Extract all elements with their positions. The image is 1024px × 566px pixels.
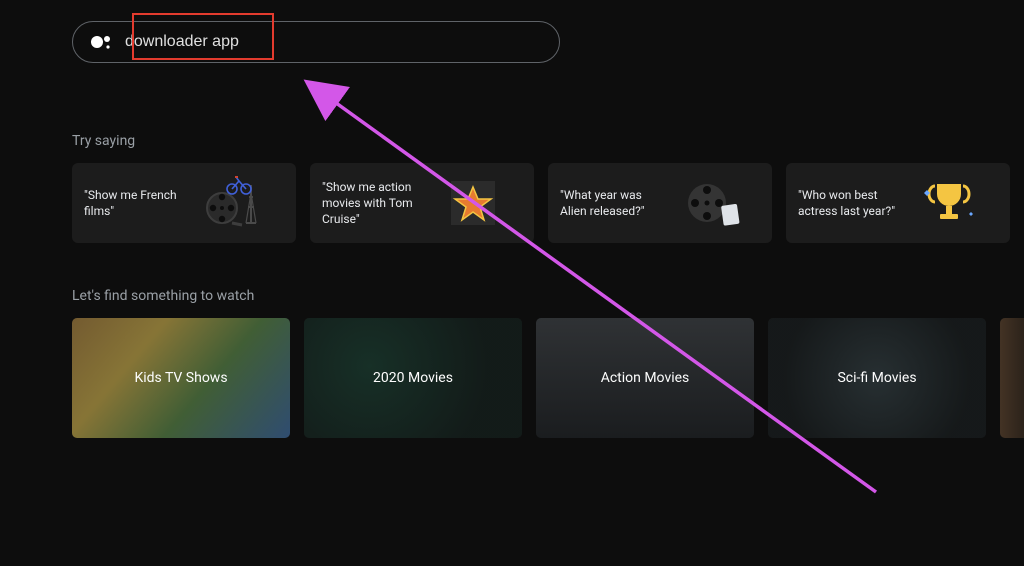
annotation-arrow — [0, 0, 1024, 566]
suggestion-card-french-films[interactable]: "Show me French films" — [72, 163, 296, 243]
category-thumbnail — [1000, 318, 1024, 438]
suggestion-card-tom-cruise[interactable]: "Show me action movies with Tom Cruise" — [310, 163, 534, 243]
suggestion-card-alien[interactable]: "What year was Alien released?" — [548, 163, 772, 243]
assistant-icon — [89, 32, 113, 52]
suggestion-card-actress[interactable]: "Who won best actress last year?" — [786, 163, 1010, 243]
category-kids-tv-shows[interactable]: Kids TV Shows — [72, 318, 290, 438]
category-label: Action Movies — [601, 370, 690, 386]
suggestion-text: "Show me action movies with Tom Cruise" — [322, 179, 430, 228]
annotation-highlight-box — [132, 13, 274, 60]
category-label: 2020 Movies — [373, 370, 453, 386]
watch-row: Kids TV Shows 2020 Movies Action Movies … — [72, 318, 1024, 438]
category-label: Sci-fi Movies — [837, 370, 916, 386]
category-scifi-movies[interactable]: Sci-fi Movies — [768, 318, 986, 438]
film-reel-icon — [678, 174, 744, 232]
category-partial[interactable] — [1000, 318, 1024, 438]
trophy-icon — [916, 174, 982, 232]
try-saying-row: "Show me French films" — [72, 163, 1024, 243]
suggestion-text: "Show me French films" — [84, 187, 192, 219]
watch-title: Let's find something to watch — [72, 288, 1024, 304]
category-2020-movies[interactable]: 2020 Movies — [304, 318, 522, 438]
try-saying-section: Try saying "Show me French films" — [72, 133, 1024, 243]
star-icon — [440, 174, 506, 232]
try-saying-title: Try saying — [72, 133, 1024, 149]
category-action-movies[interactable]: Action Movies — [536, 318, 754, 438]
suggestion-text: "Who won best actress last year?" — [798, 187, 906, 219]
film-reel-eiffel-icon — [202, 174, 268, 232]
watch-section: Let's find something to watch Kids TV Sh… — [72, 288, 1024, 438]
suggestion-text: "What year was Alien released?" — [560, 187, 668, 219]
category-label: Kids TV Shows — [134, 370, 227, 386]
